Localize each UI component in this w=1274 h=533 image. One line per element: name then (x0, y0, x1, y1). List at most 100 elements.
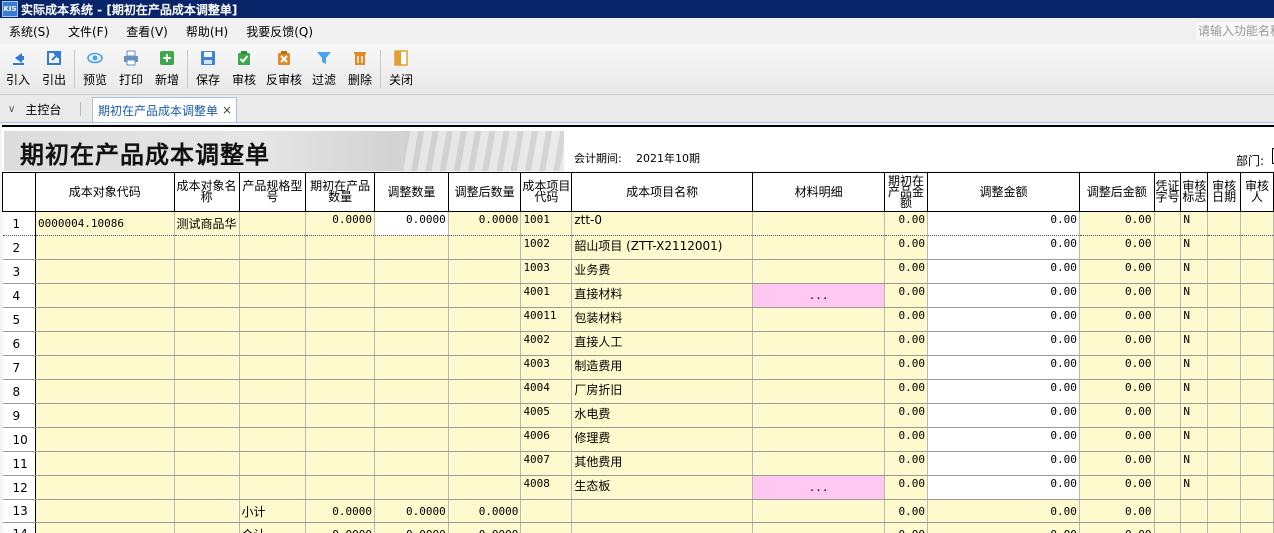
table-cell[interactable] (174, 259, 240, 284)
column-header[interactable]: 调整数量 (373, 172, 449, 212)
column-header[interactable] (2, 172, 36, 212)
table-cell[interactable] (374, 307, 449, 332)
table-cell[interactable]: 0.00 (884, 475, 928, 500)
table-cell[interactable] (35, 499, 175, 523)
table-cell[interactable] (1154, 499, 1182, 523)
table-cell[interactable] (1207, 259, 1242, 284)
menu-help[interactable]: 帮助(H) (177, 23, 237, 40)
table-cell[interactable]: 0.00 (884, 499, 928, 523)
table-cell[interactable]: 0.00 (1079, 259, 1155, 284)
table-cell[interactable] (305, 451, 375, 476)
table-cell[interactable] (752, 355, 886, 380)
table-row[interactable]: 2 1002 韶山项目 (ZTT-X2112001) 0.00 0.00 0.00 N (2, 235, 1274, 260)
table-cell[interactable] (1154, 307, 1182, 332)
table-cell[interactable] (35, 522, 175, 533)
table-cell[interactable] (1154, 475, 1182, 500)
table-cell[interactable] (1154, 235, 1182, 260)
table-cell[interactable]: 1001 (520, 211, 573, 236)
table-cell[interactable] (1207, 451, 1242, 476)
table-cell[interactable] (174, 427, 240, 452)
table-cell[interactable] (174, 379, 240, 404)
table-cell[interactable] (35, 379, 175, 404)
table-cell[interactable]: 0.00 (1079, 307, 1155, 332)
table-cell[interactable]: 0.00 (884, 283, 928, 308)
table-cell[interactable] (448, 403, 522, 428)
table-cell[interactable] (1180, 499, 1209, 523)
table-cell[interactable] (239, 427, 307, 452)
table-cell[interactable] (448, 235, 522, 260)
table-cell[interactable]: 0.00 (884, 427, 928, 452)
column-header[interactable]: 期初在产品数量 (305, 172, 375, 212)
table-cell[interactable]: 0.00 (927, 307, 1080, 332)
chevron-down-icon[interactable]: ∨ (8, 104, 15, 115)
table-cell[interactable] (1240, 259, 1274, 284)
table-cell[interactable] (374, 475, 449, 500)
table-row[interactable]: 10 4006 修理费 0.00 0.00 0.00 N (2, 427, 1274, 452)
column-header[interactable]: 审核标志 (1180, 172, 1209, 212)
table-cell[interactable]: 0.0000 (305, 499, 375, 523)
table-cell[interactable] (1180, 522, 1209, 533)
table-cell[interactable]: 0.0000 (305, 522, 375, 533)
table-cell[interactable]: 4001 (520, 283, 573, 308)
table-cell[interactable] (305, 235, 375, 260)
table-cell[interactable] (1154, 211, 1182, 236)
table-cell[interactable]: 0.00 (884, 211, 928, 236)
menu-view[interactable]: 查看(V) (117, 23, 177, 40)
table-cell[interactable] (448, 283, 522, 308)
table-cell[interactable]: 1003 (520, 259, 573, 284)
table-cell[interactable]: 其他费用 (571, 451, 754, 476)
table-cell[interactable]: N (1180, 283, 1209, 308)
table-cell[interactable] (1154, 379, 1182, 404)
table-cell[interactable] (1154, 522, 1182, 533)
table-cell[interactable]: ztt-0 (571, 211, 754, 236)
table-cell[interactable] (305, 379, 375, 404)
table-cell[interactable]: 0.00 (927, 211, 1080, 236)
table-cell[interactable]: 合计 (239, 522, 307, 533)
table-cell[interactable] (35, 331, 175, 356)
table-cell[interactable]: 0.0000 (374, 211, 449, 236)
table-cell[interactable]: 0.0000 (374, 499, 449, 523)
table-cell[interactable] (305, 475, 375, 500)
table-cell[interactable]: 小计 (239, 499, 307, 523)
table-cell[interactable]: 包装材料 (571, 307, 754, 332)
table-cell[interactable] (1207, 427, 1242, 452)
table-cell[interactable] (752, 211, 886, 236)
tab-home[interactable]: ∨ 主控台 (8, 101, 61, 118)
table-cell[interactable]: 0.0000 (448, 211, 522, 236)
table-cell[interactable] (752, 379, 886, 404)
table-cell[interactable] (35, 235, 175, 260)
table-cell[interactable]: 0.00 (1079, 451, 1155, 476)
table-cell[interactable] (752, 451, 886, 476)
table-cell[interactable]: 0.00 (927, 427, 1080, 452)
table-cell[interactable] (1207, 331, 1242, 356)
column-header[interactable]: 凭证字号 (1153, 172, 1182, 212)
close-tab-icon[interactable]: × (222, 103, 232, 117)
table-cell[interactable]: 0.00 (1079, 475, 1155, 500)
table-cell[interactable]: 0.00 (1079, 355, 1155, 380)
table-cell[interactable]: 4003 (520, 355, 573, 380)
table-cell[interactable]: 0.0000 (448, 499, 522, 523)
table-cell[interactable] (174, 307, 240, 332)
table-cell[interactable] (448, 307, 522, 332)
table-cell[interactable] (1207, 211, 1242, 236)
table-cell[interactable] (1207, 235, 1242, 260)
table-cell[interactable] (1154, 259, 1182, 284)
table-cell[interactable] (752, 403, 886, 428)
table-cell[interactable]: ... (752, 475, 886, 500)
table-cell[interactable] (239, 283, 307, 308)
table-cell[interactable] (752, 259, 886, 284)
table-cell[interactable] (174, 475, 240, 500)
table-cell[interactable] (174, 331, 240, 356)
table-row[interactable]: 8 4004 厂房折旧 0.00 0.00 0.00 N (2, 379, 1274, 404)
table-cell[interactable]: 0.00 (927, 499, 1080, 523)
table-cell[interactable]: 0000004.10086 (35, 211, 175, 236)
table-cell[interactable] (174, 403, 240, 428)
close-button[interactable]: 关闭 (383, 44, 419, 92)
table-row[interactable]: 7 4003 制造费用 0.00 0.00 0.00 N (2, 355, 1274, 380)
table-cell[interactable]: 40011 (520, 307, 573, 332)
table-cell[interactable] (1154, 427, 1182, 452)
table-cell[interactable] (752, 522, 886, 533)
table-cell[interactable]: 1002 (520, 235, 573, 260)
column-header[interactable]: 成本项目名称 (571, 172, 754, 212)
table-row[interactable]: 1 0000004.10086 测试商品华 0.0000 0.0000 0.0000 100… (2, 211, 1274, 236)
